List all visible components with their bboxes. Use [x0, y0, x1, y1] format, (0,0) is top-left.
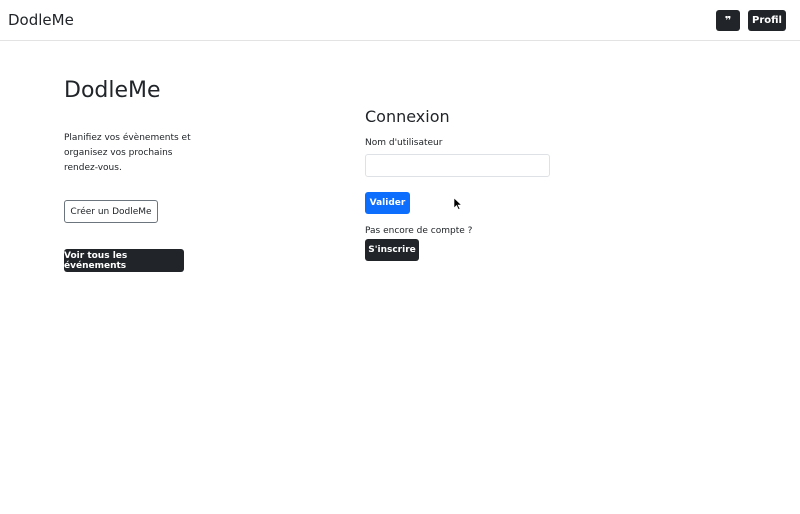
hero-title: DodleMe [64, 78, 161, 103]
signup-button[interactable]: S'inscrire [365, 239, 419, 261]
no-account-text: Pas encore de compte ? [365, 226, 473, 236]
mouse-cursor-icon [454, 198, 462, 210]
quote-button[interactable]: ❞ [716, 10, 740, 31]
username-label: Nom d'utilisateur [365, 138, 443, 148]
submit-button[interactable]: Valider [365, 192, 410, 214]
profile-button[interactable]: Profil [748, 10, 786, 31]
hero-description: Planifiez vos évènements et organisez vo… [64, 133, 191, 173]
username-input[interactable] [365, 154, 550, 177]
create-dodleme-button[interactable]: Créer un DodleMe [64, 200, 158, 223]
all-events-button[interactable]: Voir tous les événements [64, 249, 184, 272]
navbar-brand[interactable]: DodleMe [8, 11, 74, 29]
navbar: DodleMe ❞ Profil [0, 0, 800, 41]
login-title: Connexion [365, 107, 450, 126]
quote-icon: ❞ [724, 14, 732, 27]
